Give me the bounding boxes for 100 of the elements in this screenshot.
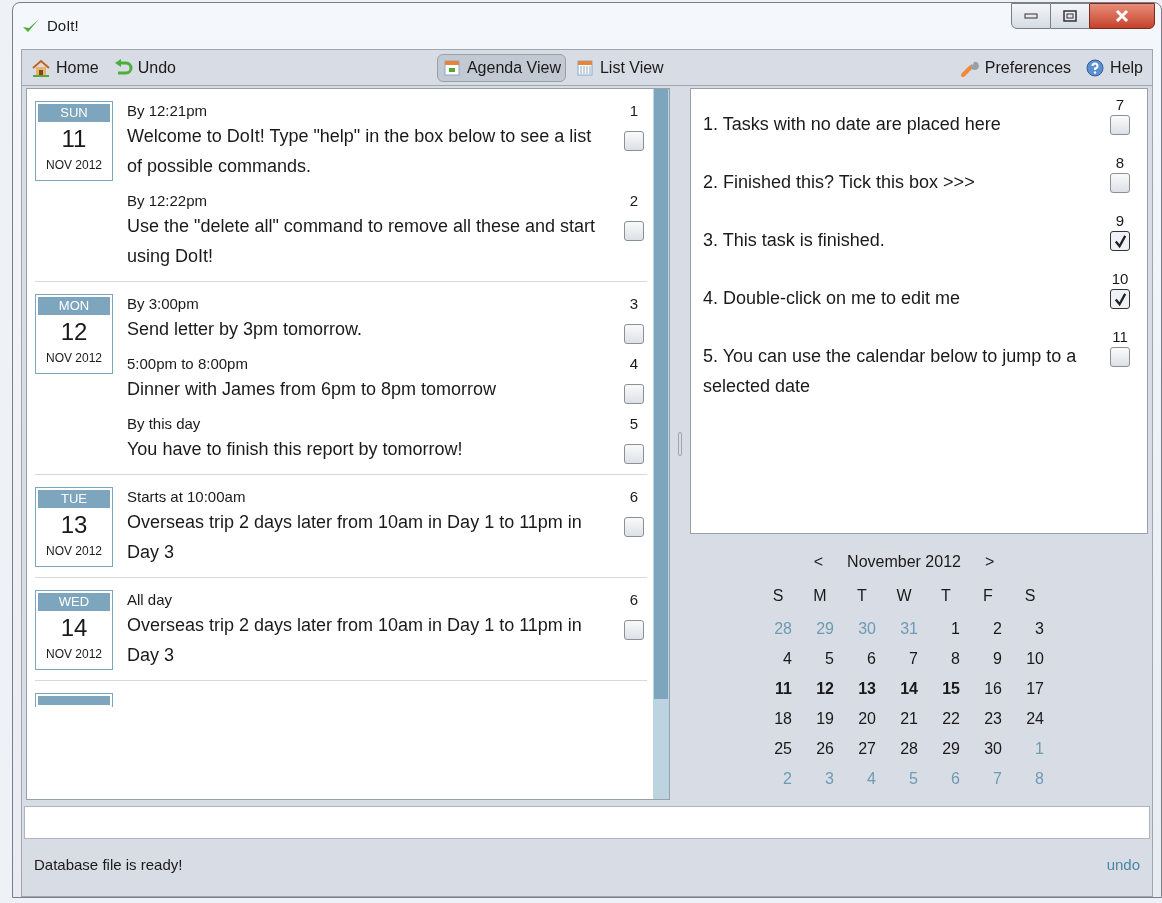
help-button[interactable]: Help <box>1080 53 1148 82</box>
task-number: 10 <box>1111 269 1129 289</box>
calendar-day[interactable]: 22 <box>928 704 964 734</box>
task-time: By 12:22pm <box>127 191 209 211</box>
calendar-grid-icon <box>574 57 595 78</box>
task-number: 8 <box>1115 153 1125 173</box>
home-button[interactable]: Home <box>26 53 104 82</box>
checkbox[interactable] <box>624 384 644 404</box>
month-label: NOV 2012 <box>45 646 102 663</box>
task-number: 11 <box>1112 327 1128 347</box>
task-text: 1. Tasks with no date are placed here <box>703 113 1002 136</box>
calendar-day[interactable]: 21 <box>886 704 922 734</box>
checkbox[interactable] <box>1110 347 1130 367</box>
calendar-day[interactable]: 3 <box>1012 614 1048 644</box>
checkbox[interactable] <box>624 444 644 464</box>
checkbox[interactable] <box>1110 231 1130 251</box>
weekday-label: WED <box>38 593 110 611</box>
view-tab[interactable]: List View <box>569 53 669 82</box>
calendar-day[interactable]: 8 <box>928 644 964 674</box>
splitter-handle[interactable] <box>678 432 682 456</box>
calendar-day[interactable]: 27 <box>844 734 880 764</box>
scrollbar[interactable] <box>653 89 669 799</box>
weekday-header: S <box>1023 586 1037 606</box>
command-input[interactable] <box>24 806 1150 839</box>
calendar-day[interactable]: 10 <box>1012 644 1048 674</box>
task-text: 5. You can use the calendar below to jump to a selected date <box>703 345 1078 398</box>
weekday-label: TUE <box>38 490 110 508</box>
weekday-header: T <box>856 586 868 606</box>
close-button[interactable] <box>1089 3 1155 29</box>
calendar-day[interactable]: 6 <box>844 644 880 674</box>
minimize-button[interactable] <box>1011 3 1051 29</box>
task-number: 3 <box>629 294 639 314</box>
help-icon <box>1085 57 1106 78</box>
task-number: 1 <box>629 101 639 121</box>
previous-month-button[interactable]: < <box>807 550 830 574</box>
next-month-button[interactable]: > <box>978 550 1001 574</box>
calendar-day[interactable]: 1 <box>928 614 964 644</box>
task-time: All day <box>127 590 174 610</box>
calendar-day[interactable]: 19 <box>802 704 838 734</box>
task-text: 3. This task is finished. <box>703 229 886 252</box>
preferences-button[interactable]: Preferences <box>954 53 1077 82</box>
calendar-day[interactable]: 5 <box>802 644 838 674</box>
status-message: Database file is ready! <box>34 854 183 875</box>
maximize-button[interactable] <box>1051 3 1089 29</box>
checkbox[interactable] <box>624 324 644 344</box>
calendar-day[interactable]: 28 <box>886 734 922 764</box>
task-number: 5 <box>629 414 639 434</box>
calendar-day[interactable]: 20 <box>844 704 880 734</box>
calendar-day[interactable]: 4 <box>760 644 796 674</box>
checkbox[interactable] <box>624 131 644 151</box>
task-text: Dinner with James from 6pm to 8pm tomorrow <box>127 378 498 401</box>
calendar-day[interactable]: 11 <box>760 674 796 704</box>
month-title: November 2012 <box>847 552 961 572</box>
calendar-day[interactable]: 23 <box>970 704 1006 734</box>
day-number: 12 <box>60 317 88 347</box>
task-number: 9 <box>1115 211 1125 231</box>
month-label: NOV 2012 <box>45 543 102 560</box>
calendar-day[interactable]: 17 <box>1012 674 1048 704</box>
task-time: Starts at 10:00am <box>127 487 247 507</box>
calendar-day[interactable]: 14 <box>886 674 922 704</box>
month-label: NOV 2012 <box>45 350 102 367</box>
day-number: 11 <box>61 124 87 154</box>
checkbox[interactable] <box>1110 115 1130 135</box>
checkbox[interactable] <box>1110 173 1130 193</box>
calendar-day[interactable]: 29 <box>928 734 964 764</box>
calendar-day[interactable]: 12 <box>802 674 838 704</box>
checkbox[interactable] <box>624 517 644 537</box>
weekday-header: F <box>982 586 994 606</box>
calendar-day[interactable]: 13 <box>844 674 880 704</box>
task-number: 4 <box>629 354 639 374</box>
task-text: Overseas trip 2 days later from 10am in Day 1 to 11pm in Day 3 <box>127 614 583 667</box>
calendar-day[interactable]: 30 <box>970 734 1006 764</box>
house-icon <box>31 57 51 78</box>
task-number: 2 <box>629 191 639 211</box>
calendar-day[interactable]: 25 <box>760 734 796 764</box>
task-number: 6 <box>629 487 639 507</box>
task-text: Use the "delete all" command to remove all these and start using DoIt! <box>127 215 597 268</box>
calendar-day[interactable]: 18 <box>760 704 796 734</box>
calendar-day[interactable]: 7 <box>886 644 922 674</box>
checkbox[interactable] <box>624 620 644 640</box>
calendar-day[interactable]: 24 <box>1012 704 1048 734</box>
calendar-day[interactable]: 26 <box>802 734 838 764</box>
task-text: 2. Finished this? Tick this box >>> <box>703 171 976 194</box>
view-tab[interactable]: Agenda View <box>436 53 566 82</box>
calendar-day[interactable]: 2 <box>970 614 1006 644</box>
calendar-day[interactable]: 16 <box>970 674 1006 704</box>
task-text: Overseas trip 2 days later from 10am in Day 1 to 11pm in Day 3 <box>127 511 583 564</box>
task-time: By this day <box>127 414 202 434</box>
weekday-header: T <box>940 586 952 606</box>
checkbox[interactable] <box>624 221 644 241</box>
weekday-header: S <box>771 586 785 606</box>
checkbox[interactable] <box>1110 289 1130 309</box>
calendar-day[interactable]: 9 <box>970 644 1006 674</box>
task-text: Send letter by 3pm tomorrow. <box>127 318 364 341</box>
task-time: By 3:00pm <box>127 294 200 314</box>
minimize-icon <box>1024 13 1038 19</box>
task-time: 5:00pm to 8:00pm <box>127 354 249 374</box>
undo-button[interactable]: Undo <box>107 53 181 82</box>
calendar-day[interactable]: 15 <box>928 674 964 704</box>
task-number: 7 <box>1115 95 1125 115</box>
